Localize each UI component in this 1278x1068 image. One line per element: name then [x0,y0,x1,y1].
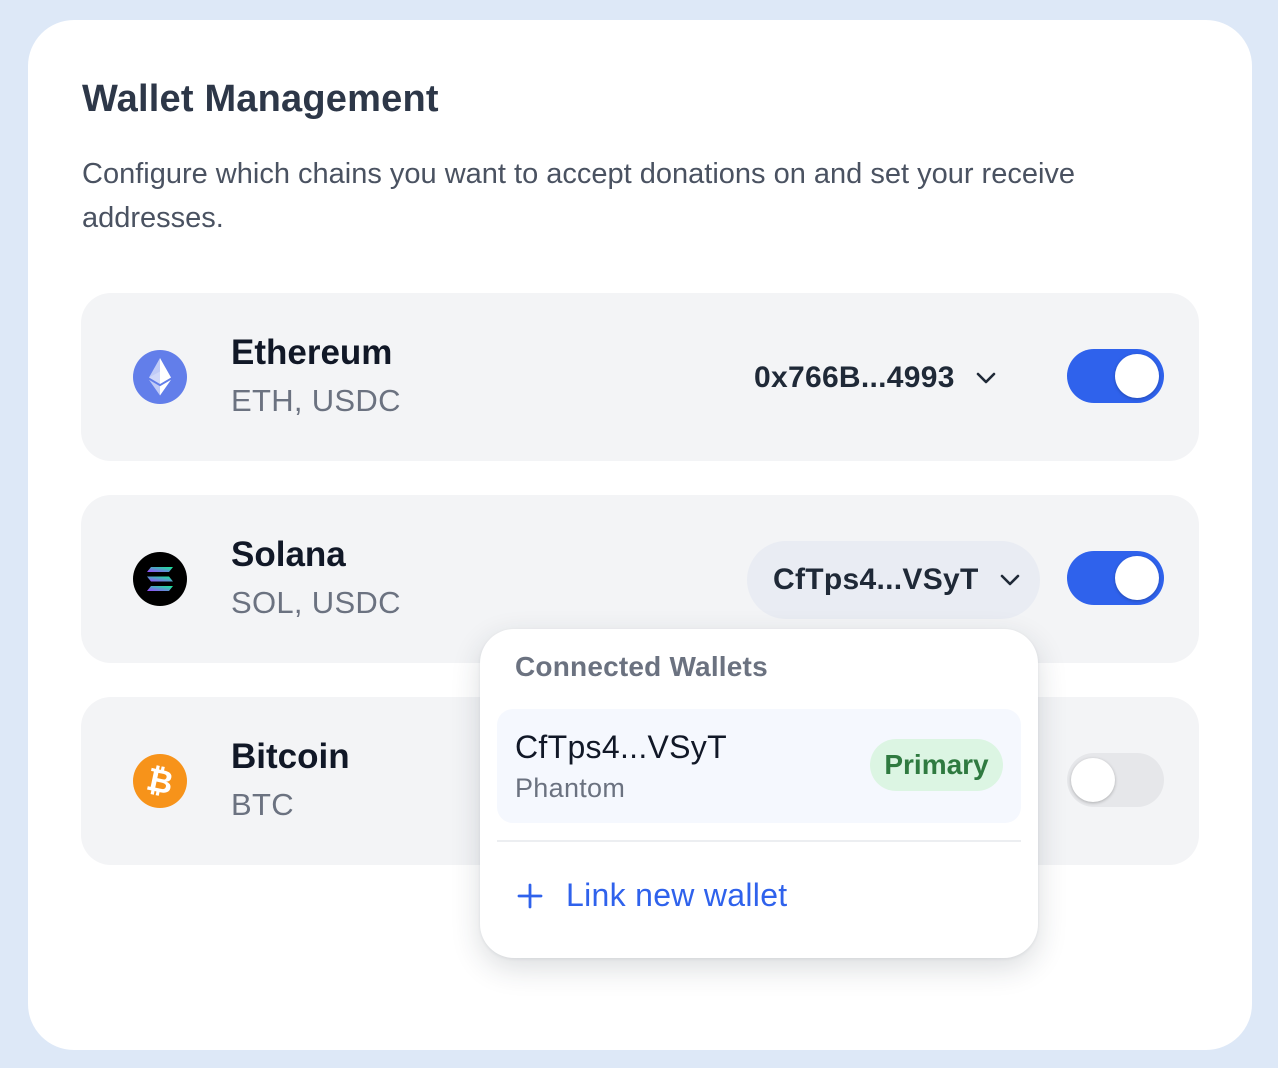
chevron-down-icon [975,371,997,385]
chain-name: Solana [231,535,346,574]
address-select-ethereum[interactable]: 0x766B...4993 [728,339,1028,417]
chain-assets: BTC [231,787,294,822]
bitcoin-icon: ₿ [133,754,187,808]
wallet-option[interactable]: CfTps4...VSyT Phantom Primary [497,709,1021,823]
primary-badge: Primary [870,739,1003,791]
address-select-solana[interactable]: CfTps4...VSyT [747,541,1040,619]
divider [497,840,1021,842]
chain-name: Ethereum [231,333,393,372]
enable-toggle-solana[interactable] [1067,551,1164,605]
link-new-wallet-label: Link new wallet [566,877,788,913]
chain-row-ethereum: Ethereum ETH, USDC 0x766B...4993 [81,293,1199,461]
ethereum-icon [133,350,187,404]
page-description: Configure which chains you want to accep… [82,158,1076,234]
page-title: Wallet Management [82,78,439,120]
solana-icon [133,552,187,606]
wallet-address: CfTps4...VSyT [515,729,727,765]
selected-address: CfTps4...VSyT [773,563,979,596]
toggle-knob [1115,354,1159,398]
chain-assets: SOL, USDC [231,585,401,620]
chain-name: Bitcoin [231,737,350,776]
link-new-wallet-button[interactable]: Link new wallet [516,877,788,914]
plus-icon [516,882,544,910]
dropdown-heading: Connected Wallets [515,651,768,682]
wallet-provider: Phantom [515,773,626,803]
selected-address: 0x766B...4993 [754,361,955,394]
enable-toggle-bitcoin[interactable] [1067,753,1164,807]
toggle-knob [1115,556,1159,600]
toggle-knob [1071,758,1115,802]
chevron-down-icon [999,573,1021,587]
connected-wallets-dropdown: Connected Wallets CfTps4...VSyT Phantom … [480,629,1038,958]
chain-assets: ETH, USDC [231,383,401,418]
enable-toggle-ethereum[interactable] [1067,349,1164,403]
